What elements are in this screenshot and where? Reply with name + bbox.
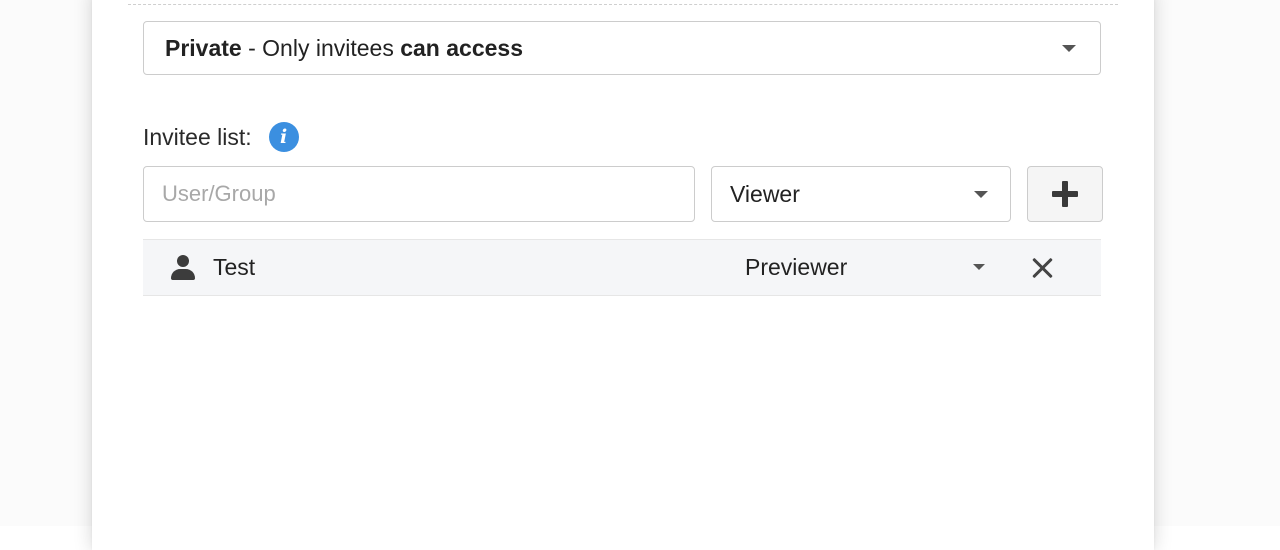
invitee-list-label: Invitee list:	[143, 123, 252, 150]
invitee-row: Test Previewer	[143, 239, 1101, 296]
invitee-list-header: Invitee list: i	[143, 121, 299, 153]
invitee-role-select[interactable]: Previewer	[745, 240, 847, 295]
access-level-select[interactable]: Private - Only invitees can access	[143, 21, 1101, 75]
close-icon[interactable]	[1031, 257, 1053, 279]
invitee-name: Test	[213, 254, 256, 280]
chevron-down-icon	[974, 191, 988, 198]
plus-icon	[1052, 181, 1078, 207]
access-level-emphasis: can access	[400, 34, 523, 61]
info-icon[interactable]: i	[268, 122, 299, 152]
add-invitee-button[interactable]	[1027, 166, 1103, 222]
user-group-input[interactable]	[143, 166, 695, 222]
person-icon	[171, 255, 195, 281]
share-dialog: Private - Only invitees can access Invit…	[92, 0, 1154, 550]
chevron-down-icon	[1062, 45, 1076, 52]
access-level-description: - Only invitees	[241, 34, 401, 61]
access-level-name: Private	[165, 34, 242, 61]
section-divider	[128, 4, 1118, 5]
role-select-value: Viewer	[730, 180, 800, 207]
role-select[interactable]: Viewer	[711, 166, 1011, 222]
chevron-down-icon[interactable]	[973, 264, 985, 270]
